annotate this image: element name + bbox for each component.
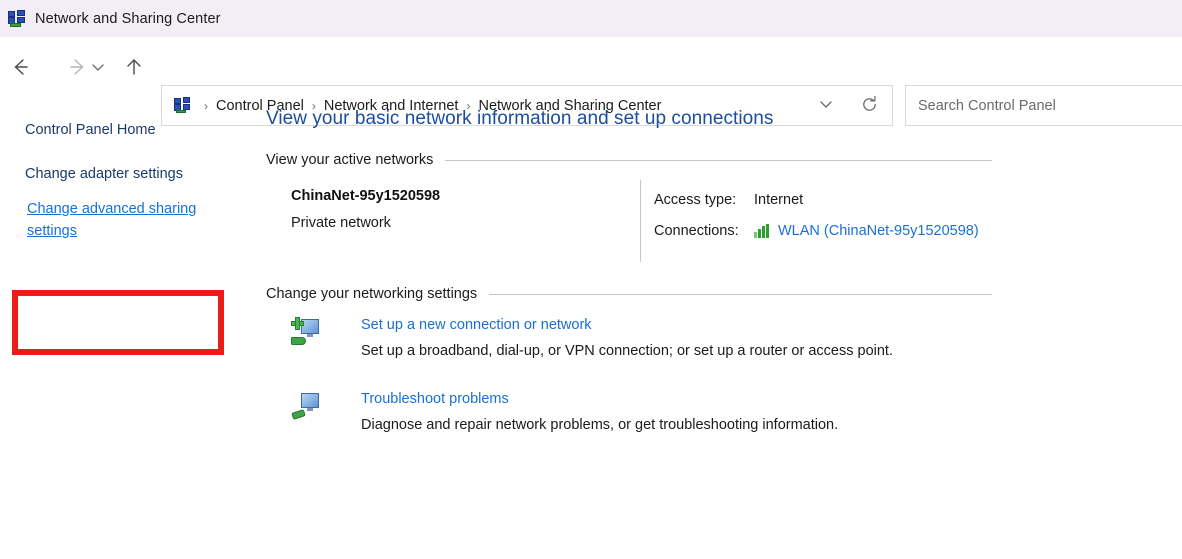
active-network-identity: ChinaNet-95y1520598 Private network xyxy=(291,188,641,231)
section-header-active-networks: View your active networks xyxy=(266,152,992,168)
up-arrow-icon xyxy=(123,56,145,78)
window-title: Network and Sharing Center xyxy=(35,10,221,27)
set-up-new-connection-link[interactable]: Set up a new connection or network xyxy=(361,317,592,333)
navigation-bar: › Control Panel › Network and Internet ›… xyxy=(0,37,1182,126)
window-title-bar: Network and Sharing Center xyxy=(0,0,1182,37)
sidebar-item-label[interactable]: Change advanced sharing settings xyxy=(27,201,196,239)
section-label: Change your networking settings xyxy=(266,286,478,302)
network-column-divider xyxy=(640,180,641,262)
troubleshoot-problems-link[interactable]: Troubleshoot problems xyxy=(361,391,509,407)
sidebar-item-change-adapter-settings[interactable]: Change adapter settings xyxy=(25,166,183,182)
connections-label: Connections: xyxy=(654,222,739,239)
connections-row: Connections: WLAN (ChinaNet-95y1520598) xyxy=(654,219,979,242)
back-arrow-icon xyxy=(9,56,31,78)
section-divider xyxy=(445,159,992,161)
section-header-networking-settings: Change your networking settings xyxy=(266,286,992,302)
highlight-annotation-box xyxy=(12,290,224,355)
sidebar-item-change-advanced-sharing-settings[interactable]: Change advanced sharing settings xyxy=(27,198,213,242)
network-name: ChinaNet-95y1520598 xyxy=(291,188,441,204)
network-profile-type: Private network xyxy=(291,215,391,231)
access-type-value: Internet xyxy=(754,191,804,208)
active-network-row: ChinaNet-95y1520598 Private network Acce… xyxy=(266,180,992,268)
active-network-details: Access type: Internet Connections: WLAN … xyxy=(654,188,979,242)
troubleshoot-problems-description: Diagnose and repair network problems, or… xyxy=(361,417,839,433)
section-divider xyxy=(489,293,992,295)
recent-locations-chevron-icon xyxy=(89,58,107,76)
main-content: View your basic network information and … xyxy=(266,100,1182,559)
sidebar-item-control-panel-home[interactable]: Control Panel Home xyxy=(25,122,156,138)
up-button[interactable] xyxy=(114,47,154,87)
new-connection-icon xyxy=(291,317,319,345)
recent-locations-button[interactable] xyxy=(78,47,118,87)
sidebar: Control Panel Home Change adapter settin… xyxy=(0,100,250,559)
troubleshoot-icon xyxy=(291,391,319,420)
access-type-label: Access type: xyxy=(654,191,737,208)
task-set-up-new-connection: Set up a new connection or network Set u… xyxy=(291,316,991,359)
back-button[interactable] xyxy=(0,47,40,87)
wifi-signal-icon xyxy=(754,223,771,238)
network-sharing-icon xyxy=(8,9,26,28)
connections-link[interactable]: WLAN (ChinaNet-95y1520598) xyxy=(778,223,979,239)
access-type-row: Access type: Internet xyxy=(654,188,979,211)
page-title: View your basic network information and … xyxy=(266,108,774,129)
task-troubleshoot-problems: Troubleshoot problems Diagnose and repai… xyxy=(291,390,991,433)
set-up-new-connection-description: Set up a broadband, dial-up, or VPN conn… xyxy=(361,343,893,359)
section-label: View your active networks xyxy=(266,152,434,168)
